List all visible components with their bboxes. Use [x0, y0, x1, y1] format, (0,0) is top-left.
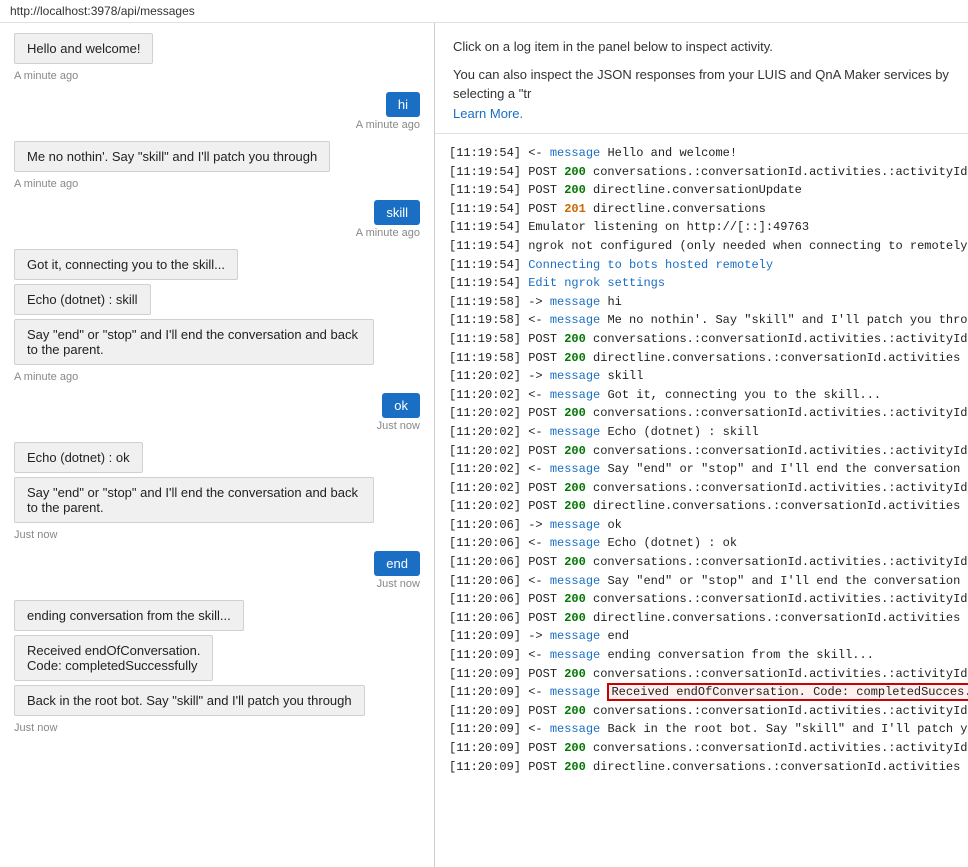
log-entry[interactable]: [11:19:58] <- message Me no nothin'. Say…: [449, 311, 954, 330]
log-entry: [11:20:02] POST 200 conversations.:conve…: [449, 442, 954, 461]
log-link-ngrok[interactable]: Edit ngrok settings: [528, 276, 665, 290]
chat-message-user: skill A minute ago: [356, 200, 420, 245]
bubble-user: skill: [374, 200, 420, 225]
bubble-bot: Say "end" or "stop" and I'll end the con…: [14, 477, 374, 523]
log-panel: Click on a log item in the panel below t…: [435, 23, 968, 867]
log-entry: [11:19:54] POST 200 directline.conversat…: [449, 181, 954, 200]
bubble-bot: Hello and welcome!: [14, 33, 153, 64]
bubble-bot: Got it, connecting you to the skill...: [14, 249, 238, 280]
timestamp-right: A minute ago: [356, 119, 420, 131]
chat-message-bot: Say "end" or "stop" and I'll end the con…: [14, 477, 374, 523]
log-entry: [11:20:09] POST 200 conversations.:conve…: [449, 665, 954, 684]
url-bar: http://localhost:3978/api/messages: [0, 0, 968, 23]
log-entry: [11:19:54] Emulator listening on http://…: [449, 218, 954, 237]
log-entry[interactable]: [11:20:09] -> message end: [449, 627, 954, 646]
bubble-user: hi: [386, 92, 420, 117]
log-entry: [11:20:09] POST 200 directline.conversat…: [449, 758, 954, 777]
log-link-msg[interactable]: message: [550, 313, 600, 327]
chat-panel: Hello and welcome! A minute ago hi A minute…: [0, 23, 435, 867]
bubble-bot: ending conversation from the skill...: [14, 600, 244, 631]
log-entry[interactable]: [11:20:02] -> message skill: [449, 367, 954, 386]
chat-message-user: hi A minute ago: [356, 92, 420, 137]
log-entry: [11:20:06] POST 200 directline.conversat…: [449, 609, 954, 628]
log-link-msg[interactable]: message: [550, 629, 600, 643]
bubble-bot: Me no nothin'. Say "skill" and I'll patc…: [14, 141, 330, 172]
bubble-bot: Back in the root bot. Say "skill" and I'…: [14, 685, 365, 716]
bubble-bot: Received endOfConversation. Code: comple…: [14, 635, 213, 681]
log-entry[interactable]: [11:20:02] <- message Got it, connecting…: [449, 386, 954, 405]
info-line2: You can also inspect the JSON responses …: [453, 65, 950, 104]
log-entry[interactable]: [11:20:09] <- message Received endOfConv…: [449, 683, 954, 702]
main-area: Hello and welcome! A minute ago hi A minute…: [0, 23, 968, 867]
log-entry[interactable]: [11:20:02] <- message Echo (dotnet) : sk…: [449, 423, 954, 442]
learn-more-link[interactable]: Learn More.: [453, 104, 950, 124]
log-entry[interactable]: [11:20:06] -> message ok: [449, 516, 954, 535]
chat-message-bot: Echo (dotnet) : skill: [14, 284, 151, 315]
timestamp: A minute ago: [14, 70, 420, 82]
log-link-msg[interactable]: message: [550, 518, 600, 532]
timestamp-right: Just now: [377, 420, 420, 432]
chat-message-user: ok Just now: [377, 393, 420, 438]
log-link-msg[interactable]: message: [550, 722, 600, 736]
log-link-msg[interactable]: message: [550, 425, 600, 439]
bubble-bot: Echo (dotnet) : skill: [14, 284, 151, 315]
timestamp: Just now: [14, 722, 420, 734]
url-text: http://localhost:3978/api/messages: [10, 4, 195, 18]
log-entry: [11:19:58] POST 200 conversations.:conve…: [449, 330, 954, 349]
log-entry: [11:20:06] POST 200 conversations.:conve…: [449, 553, 954, 572]
chat-message-bot: Me no nothin'. Say "skill" and I'll patc…: [14, 141, 330, 172]
bubble-bot: Echo (dotnet) : ok: [14, 442, 143, 473]
timestamp-right: A minute ago: [356, 227, 420, 239]
log-entry: [11:19:54] ngrok not configured (only ne…: [449, 237, 954, 256]
log-entry[interactable]: [11:20:02] <- message Say "end" or "stop…: [449, 460, 954, 479]
log-entry: [11:20:02] POST 200 directline.conversat…: [449, 497, 954, 516]
timestamp: Just now: [14, 529, 420, 541]
timestamp-right: Just now: [377, 578, 420, 590]
chat-message-bot: Say "end" or "stop" and I'll end the con…: [14, 319, 374, 365]
chat-message-bot: Hello and welcome!: [14, 33, 153, 64]
log-link-msg[interactable]: message: [550, 146, 600, 160]
log-entry[interactable]: [11:19:54] Edit ngrok settings: [449, 274, 954, 293]
log-link-msg[interactable]: message: [550, 574, 600, 588]
log-link-connect[interactable]: Connecting to bots hosted remotely: [528, 258, 773, 272]
log-link-msg[interactable]: message: [550, 536, 600, 550]
log-link-msg[interactable]: message: [550, 295, 600, 309]
log-entry[interactable]: [11:19:58] -> message hi: [449, 293, 954, 312]
log-entry[interactable]: [11:20:06] <- message Say "end" or "stop…: [449, 572, 954, 591]
log-entry[interactable]: [11:19:54] Connecting to bots hosted rem…: [449, 256, 954, 275]
chat-message-user: end Just now: [374, 551, 420, 596]
log-link-msg[interactable]: message: [550, 685, 600, 699]
log-entry: [11:20:02] POST 200 conversations.:conve…: [449, 479, 954, 498]
log-entry[interactable]: [11:20:09] <- message ending conversatio…: [449, 646, 954, 665]
timestamp: A minute ago: [14, 178, 420, 190]
log-entry: [11:20:02] POST 200 conversations.:conve…: [449, 404, 954, 423]
chat-message-bot: ending conversation from the skill...: [14, 600, 244, 631]
log-entry: [11:20:09] POST 200 conversations.:conve…: [449, 739, 954, 758]
chat-message-bot: Back in the root bot. Say "skill" and I'…: [14, 685, 365, 716]
log-entry: [11:19:54] POST 201 directline.conversat…: [449, 200, 954, 219]
log-entry: [11:19:54] POST 200 conversations.:conve…: [449, 163, 954, 182]
log-entry: [11:19:58] POST 200 directline.conversat…: [449, 349, 954, 368]
log-entry[interactable]: [11:20:09] <- message Back in the root b…: [449, 720, 954, 739]
timestamp: A minute ago: [14, 371, 420, 383]
log-entry: [11:20:09] POST 200 conversations.:conve…: [449, 702, 954, 721]
chat-message-bot: Got it, connecting you to the skill...: [14, 249, 238, 280]
chat-message-bot: Received endOfConversation. Code: comple…: [14, 635, 213, 681]
info-line1: Click on a log item in the panel below t…: [453, 37, 950, 57]
log-section: [11:19:54] <- message Hello and welcome!…: [435, 134, 968, 867]
info-section: Click on a log item in the panel below t…: [435, 23, 968, 134]
log-link-msg[interactable]: message: [550, 462, 600, 476]
log-entry[interactable]: [11:19:54] <- message Hello and welcome!: [449, 144, 954, 163]
log-link-msg[interactable]: message: [550, 388, 600, 402]
chat-message-bot: Echo (dotnet) : ok: [14, 442, 143, 473]
bubble-user: ok: [382, 393, 420, 418]
bubble-user: end: [374, 551, 420, 576]
log-entry[interactable]: [11:20:06] <- message Echo (dotnet) : ok: [449, 534, 954, 553]
bubble-bot: Say "end" or "stop" and I'll end the con…: [14, 319, 374, 365]
log-link-msg[interactable]: message: [550, 369, 600, 383]
log-entry: [11:20:06] POST 200 conversations.:conve…: [449, 590, 954, 609]
log-link-msg[interactable]: message: [550, 648, 600, 662]
